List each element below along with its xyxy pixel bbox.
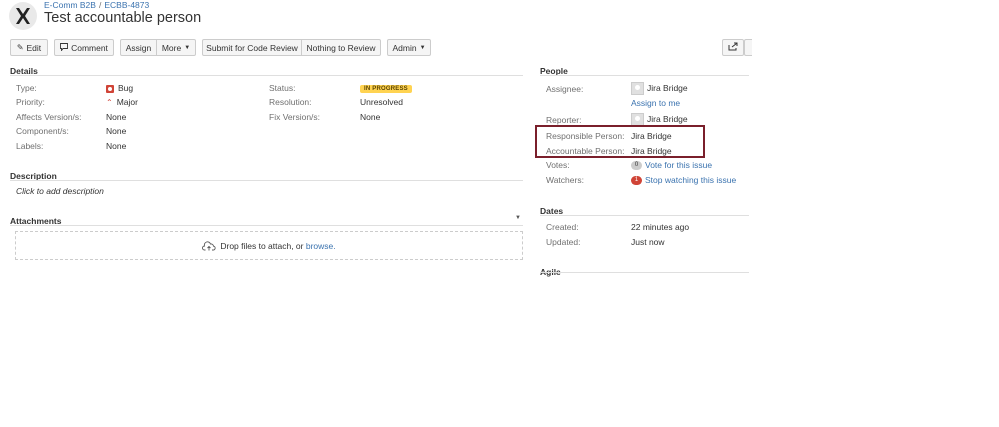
major-priority-icon: ⌃: [106, 98, 113, 107]
project-logo-icon[interactable]: [9, 2, 37, 30]
bug-icon: [106, 84, 114, 93]
comment-button-label: Comment: [71, 42, 108, 53]
stop-watching-link[interactable]: Stop watching this issue: [645, 175, 736, 185]
status-badge-text: IN PROGRESS: [360, 85, 412, 93]
nothing-to-review-button[interactable]: Nothing to Review: [301, 39, 381, 56]
page-title[interactable]: Test accountable person: [44, 10, 201, 26]
breadcrumb-separator: /: [98, 0, 102, 10]
caret-down-icon: ▼: [184, 44, 191, 51]
assign-button-label: Assign: [125, 42, 152, 53]
submit-code-review-button[interactable]: Submit for Code Review: [202, 39, 302, 56]
reporter-name: Jira Bridge: [647, 113, 688, 124]
reporter-label: Reporter:: [546, 115, 582, 125]
accountable-person-value[interactable]: Jira Bridge: [631, 146, 672, 156]
assignee-value[interactable]: Jira Bridge: [631, 82, 688, 95]
details-divider: [10, 75, 523, 76]
avatar-icon: [631, 82, 644, 95]
vote-link[interactable]: Vote for this issue: [645, 160, 712, 170]
responsible-person-label: Responsible Person:: [546, 131, 625, 141]
comment-button[interactable]: Comment: [54, 39, 114, 56]
status-badge: IN PROGRESS: [360, 82, 412, 93]
pencil-icon: ✎: [16, 43, 24, 52]
votes-value: 0 Vote for this issue: [631, 160, 712, 171]
created-label: Created:: [546, 222, 579, 232]
fix-version-label: Fix Version/s:: [269, 112, 321, 122]
submit-code-review-label: Submit for Code Review: [206, 42, 298, 53]
priority-label: Priority:: [16, 97, 45, 107]
attachment-dropzone[interactable]: Drop files to attach, or browse.: [15, 231, 523, 260]
attachments-divider: [10, 225, 523, 226]
attachments-options-icon[interactable]: ▼: [515, 215, 521, 221]
agile-divider: [540, 272, 749, 273]
affects-version-value[interactable]: None: [106, 112, 126, 122]
dates-divider: [540, 215, 749, 216]
components-label: Component/s:: [16, 126, 69, 136]
admin-button[interactable]: Admin ▼: [387, 39, 431, 56]
share-icon: [728, 42, 738, 53]
breadcrumb-issue-key[interactable]: ECBB-4873: [104, 0, 149, 10]
watchers-label: Watchers:: [546, 175, 584, 185]
description-placeholder[interactable]: Click to add description: [16, 186, 104, 196]
more-button[interactable]: More ▼: [156, 39, 196, 56]
breadcrumb: E-Comm B2B / ECBB-4873: [44, 0, 149, 10]
type-label: Type:: [16, 83, 37, 93]
fix-version-value[interactable]: None: [360, 112, 380, 122]
edit-button-label: Edit: [26, 42, 42, 53]
caret-down-icon: ▼: [419, 44, 426, 51]
status-label: Status:: [269, 83, 296, 93]
upload-cloud-icon: [202, 240, 216, 251]
labels-label: Labels:: [16, 141, 44, 151]
type-value: Bug: [106, 83, 133, 93]
created-value: 22 minutes ago: [631, 222, 690, 232]
browse-link[interactable]: browse.: [306, 241, 336, 251]
assign-button[interactable]: Assign: [120, 39, 157, 56]
toolbar-more-options-button[interactable]: [744, 39, 752, 56]
labels-value[interactable]: None: [106, 141, 126, 151]
assignee-name: Jira Bridge: [647, 82, 688, 93]
dropzone-text: Drop files to attach, or: [220, 240, 304, 251]
updated-label: Updated:: [546, 237, 581, 247]
type-value-text: Bug: [118, 83, 134, 93]
nothing-to-review-label: Nothing to Review: [306, 42, 376, 53]
resolution-label: Resolution:: [269, 97, 312, 107]
admin-button-label: Admin: [392, 42, 417, 53]
share-button[interactable]: [722, 39, 744, 56]
votes-count: 0: [631, 161, 642, 171]
resolution-value: Unresolved: [360, 97, 403, 107]
description-divider: [10, 180, 523, 181]
edit-button[interactable]: ✎ Edit: [10, 39, 48, 56]
comment-icon: [60, 42, 69, 53]
affects-version-label: Affects Version/s:: [16, 112, 82, 122]
priority-value: ⌃ Major: [106, 97, 138, 107]
watchers-value: 1 Stop watching this issue: [631, 175, 736, 186]
updated-value: Just now: [631, 237, 665, 247]
more-button-label: More: [161, 42, 182, 53]
breadcrumb-project[interactable]: E-Comm B2B: [44, 0, 96, 10]
people-divider: [540, 75, 749, 76]
accountable-person-label: Accountable Person:: [546, 146, 625, 156]
watchers-count: 1: [631, 176, 642, 186]
assign-to-me-link[interactable]: Assign to me: [631, 98, 680, 108]
responsible-person-value[interactable]: Jira Bridge: [631, 131, 672, 141]
components-value[interactable]: None: [106, 126, 126, 136]
priority-value-text: Major: [116, 97, 138, 107]
votes-label: Votes:: [546, 160, 570, 170]
assignee-label: Assignee:: [546, 84, 584, 94]
